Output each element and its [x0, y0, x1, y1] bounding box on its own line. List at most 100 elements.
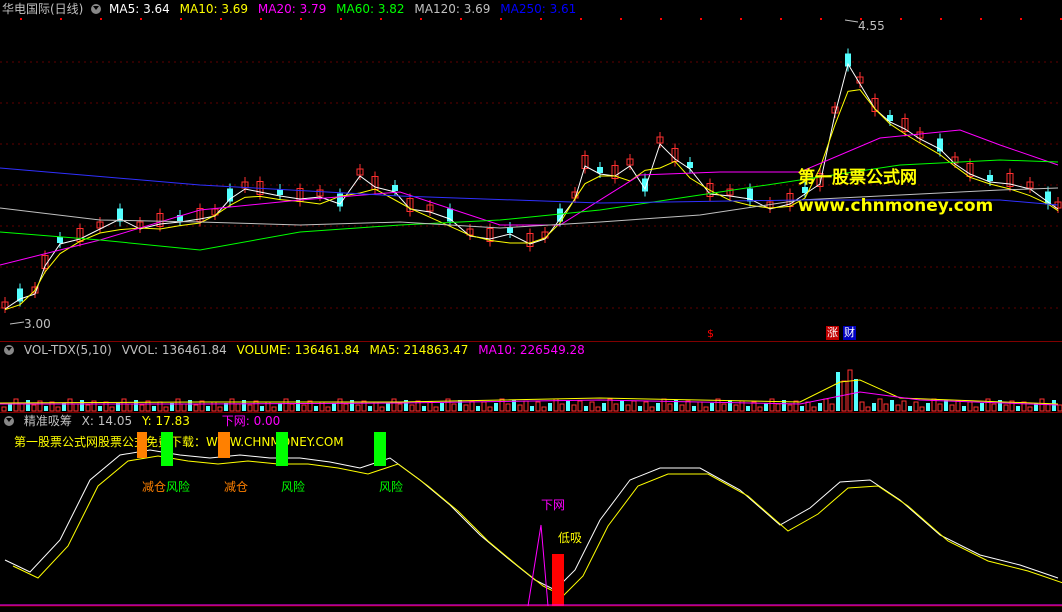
volume-bar: [955, 400, 961, 412]
volume-bar: [703, 406, 709, 412]
volume-bar: [278, 403, 282, 411]
candle-down: [392, 185, 398, 191]
signal-xiawang: 下网: [541, 498, 566, 512]
volume-bar: [49, 401, 55, 412]
volume-bar: [787, 404, 793, 412]
volume-bar: [157, 401, 163, 412]
signal-bar-4: [374, 432, 386, 466]
volume-bar: [584, 406, 588, 411]
volume-bar: [973, 406, 979, 412]
volume-bar: [494, 403, 498, 411]
xiawang-spike: [527, 524, 549, 607]
top-dot: [580, 18, 582, 20]
signal-fengxian-1: 风险: [166, 480, 191, 494]
event-marker-zhang[interactable]: 涨: [826, 326, 839, 340]
volume-bar: [235, 403, 241, 412]
volume-bar: [535, 401, 541, 412]
volume-bar: [98, 406, 102, 411]
top-dot: [140, 18, 142, 20]
volume-bar: [67, 398, 73, 412]
event-marker-s[interactable]: $: [707, 327, 714, 340]
volume-bar: [271, 406, 277, 412]
volume-bar: [836, 372, 840, 411]
volume-bar: [314, 406, 318, 411]
volume-bar: [685, 400, 691, 412]
volume-bar: [769, 398, 775, 412]
volume-bar: [206, 406, 210, 411]
volume-bar: [433, 406, 439, 412]
volume-bar: [260, 406, 264, 411]
volume-bar: [926, 403, 930, 411]
volume-bar: [859, 401, 865, 412]
volume-bar: [73, 403, 79, 412]
volume-bar: [602, 403, 606, 411]
volume-bar: [139, 404, 145, 412]
volume-bar: [962, 406, 966, 411]
volume-bar: [872, 403, 876, 411]
volume-bar: [883, 403, 889, 412]
volume-bar: [901, 400, 907, 412]
top-dot: [60, 18, 62, 20]
volume-bar: [13, 398, 19, 412]
volume-bar: [85, 404, 91, 412]
volume-bar: [44, 406, 48, 411]
volume-bar: [469, 400, 475, 412]
volume-bar: [19, 403, 25, 412]
volume-bar: [775, 403, 781, 412]
top-dot: [220, 18, 222, 20]
volume-bar: [427, 401, 433, 412]
top-dot: [260, 18, 262, 20]
volume-bar: [548, 403, 552, 411]
volume-bar: [559, 403, 565, 412]
top-dot: [700, 18, 702, 20]
volume-bar: [656, 403, 660, 411]
signal-bar-1: [161, 432, 173, 466]
event-marker-cai[interactable]: 财: [843, 326, 856, 340]
volume-bar: [325, 406, 331, 412]
volume-bar: [422, 406, 426, 411]
high-pointer: [844, 19, 859, 23]
volume-bar: [854, 379, 858, 411]
volume-bar: [697, 401, 703, 412]
top-dot: [420, 18, 422, 20]
top-dot: [980, 18, 982, 20]
volume-bar: [613, 403, 619, 412]
top-dot: [500, 18, 502, 20]
low-price-label: 3.00: [24, 317, 51, 331]
volume-bar: [397, 403, 403, 412]
volume-bar: [692, 406, 696, 411]
top-dot: [900, 18, 902, 20]
top-dot: [340, 18, 342, 20]
top-dot: [780, 18, 782, 20]
kline-chart[interactable]: [0, 0, 1062, 612]
volume-bar: [386, 403, 390, 411]
indicator-x-line: [4, 449, 1059, 591]
volume-bar: [847, 369, 853, 412]
signal-bar-5: [552, 554, 564, 606]
volume-bar: [103, 401, 109, 412]
volume-bar: [1, 406, 7, 412]
volume-bar: [505, 403, 511, 412]
volume-bar: [800, 406, 804, 411]
volume-bar: [523, 400, 529, 412]
signal-fengxian-3: 风险: [379, 480, 404, 494]
signal-bar-2: [218, 432, 230, 458]
volume-bar: [55, 406, 61, 412]
signal-bar-3: [276, 432, 288, 466]
top-dot: [740, 18, 742, 20]
top-dot: [660, 18, 662, 20]
volume-bar: [134, 400, 138, 411]
volume-bar: [764, 403, 768, 411]
top-dot: [540, 18, 542, 20]
volume-bar: [368, 406, 372, 411]
volume-bar: [463, 404, 469, 412]
volume-bar: [247, 404, 253, 412]
top-dot: [820, 18, 822, 20]
volume-bar: [913, 401, 919, 412]
volume-bar: [499, 398, 505, 412]
volume-bar: [571, 404, 577, 412]
volume-bar: [895, 404, 901, 412]
signal-dixi: 低吸: [558, 531, 583, 545]
volume-bar: [746, 406, 750, 411]
volume-bar: [643, 401, 649, 412]
